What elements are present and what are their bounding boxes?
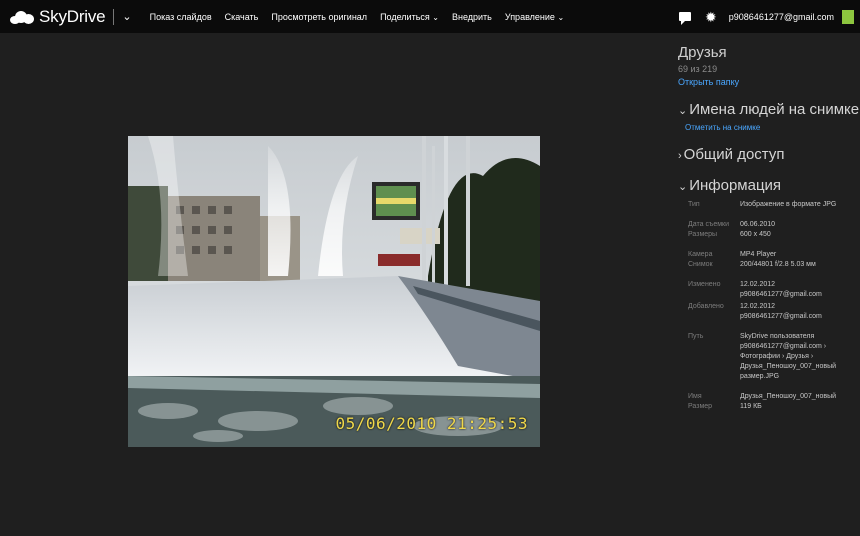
photo-image: [128, 136, 540, 447]
property-value: 600 x 450: [740, 231, 771, 238]
property-value: 200/44801 f/2.8 5.03 мм: [740, 261, 816, 268]
photo-viewer[interactable]: 05/06/2010 21:25:53: [128, 136, 540, 447]
property-key: Имя: [688, 393, 702, 400]
property-value: 12.02.2012 p9086461277@gmail.com: [740, 303, 822, 320]
property-key: Размеры: [688, 231, 718, 238]
command-label: Просмотреть оригинал: [271, 11, 368, 22]
property-key: Снимок: [688, 261, 713, 268]
property-key: Размер: [688, 403, 713, 410]
property-row: Размер 119 КБ: [688, 402, 858, 412]
property-value: 119 КБ: [740, 403, 762, 410]
property-key: Изменено: [688, 281, 721, 288]
command-3[interactable]: Просмотреть оригинал: [271, 12, 367, 22]
messenger-icon[interactable]: [679, 12, 692, 25]
top-right-tools: ✹ p9086461277@gmail.com: [679, 0, 854, 33]
property-row: Путь SkyDrive пользователя p9086461277@gm…: [688, 332, 858, 382]
property-value: Изображение в формате JPG: [740, 201, 837, 208]
command-label: Поделиться: [380, 11, 430, 22]
property-value: 12.02.2012 p9086461277@gmail.com: [740, 281, 822, 298]
photo-timestamp: 05/06/2010 21:25:53: [335, 414, 528, 433]
open-folder-link[interactable]: Открыть папку: [678, 77, 858, 87]
chevron-down-icon: ⌄: [678, 105, 688, 117]
chevron-down-icon[interactable]: ⌄: [122, 10, 131, 23]
property-row: Добавлено 12.02.2012 p9086461277@gmail.co…: [688, 302, 858, 322]
photo-counter: 69 из 219: [678, 64, 718, 74]
property-value: Друзья_Пеношоу_007_новый: [740, 393, 837, 400]
command-6[interactable]: Управление ⌄: [505, 12, 564, 22]
property-row: Тип Изображение в формате JPG: [688, 200, 858, 210]
property-key: Дата съемки: [688, 221, 729, 228]
command-2[interactable]: Скачать: [225, 12, 259, 22]
command-label: Скачать: [224, 11, 259, 22]
property-key: Путь: [688, 333, 704, 340]
command-label: Управление: [504, 11, 555, 22]
section-sharing-title: Общий доступ: [683, 146, 785, 163]
tag-people-link[interactable]: Отметить на снимке: [685, 123, 858, 132]
avatar[interactable]: [842, 9, 854, 24]
command-label: Показ слайдов: [149, 11, 212, 22]
divider: [113, 8, 115, 25]
property-row: Имя Друзья_Пеношоу_007_новый: [688, 392, 858, 402]
command-bar: Показ слайдов Скачать Просмотреть оригинал…: [150, 12, 578, 22]
section-people[interactable]: ⌄ Имена людей на снимке: [678, 101, 860, 118]
chevron-down-icon: ⌄: [557, 12, 565, 22]
command-label: Внедрить: [451, 11, 492, 22]
chevron-down-icon: ⌄: [432, 12, 439, 22]
property-key: Камера: [688, 251, 713, 258]
properties-list: Тип Изображение в формате JPG Дата съемки 0…: [688, 200, 858, 412]
section-people-title: Имена людей на снимке: [689, 101, 860, 118]
property-row: Снимок 200/44801 f/2.8 5.03 мм: [688, 260, 858, 270]
command-1[interactable]: Показ слайдов: [150, 12, 212, 22]
property-row: Изменено 12.02.2012 p9086461277@gmail.com: [688, 280, 858, 300]
info-panel: Друзья 69 из 219 Открыть папку ⌄ Имена лю…: [678, 44, 860, 412]
section-info[interactable]: ⌄ Информация: [678, 177, 858, 194]
property-key: Добавлено: [688, 303, 724, 310]
chevron-right-icon: ›: [678, 150, 682, 162]
cloud-icon: [10, 10, 34, 24]
command-4[interactable]: Поделиться ⌄: [380, 12, 439, 22]
property-key: Тип: [688, 201, 700, 208]
brand-name: SkyDrive: [39, 6, 106, 26]
section-sharing[interactable]: › Общий доступ: [678, 146, 858, 163]
property-row: Дата съемки 06.06.2010: [688, 220, 858, 230]
property-row: Размеры 600 x 450: [688, 230, 858, 240]
property-value: 06.06.2010: [740, 221, 776, 228]
section-info-title: Информация: [689, 177, 782, 194]
skydrive-logo[interactable]: SkyDrive: [10, 6, 106, 27]
command-5[interactable]: Внедрить: [452, 12, 492, 22]
user-email[interactable]: p9086461277@gmail.com: [729, 12, 834, 22]
gear-icon[interactable]: ✹: [705, 10, 717, 24]
chevron-down-icon: ⌄: [678, 181, 688, 193]
album-title: Друзья: [678, 44, 727, 61]
property-value: SkyDrive пользователя p9086461277@gmail.…: [740, 333, 837, 380]
property-value: MP4 Player: [740, 251, 777, 258]
top-bar: SkyDrive ⌄ Показ слайдов Скачать Просмотре…: [0, 0, 860, 33]
property-row: Камера MP4 Player: [688, 250, 858, 260]
